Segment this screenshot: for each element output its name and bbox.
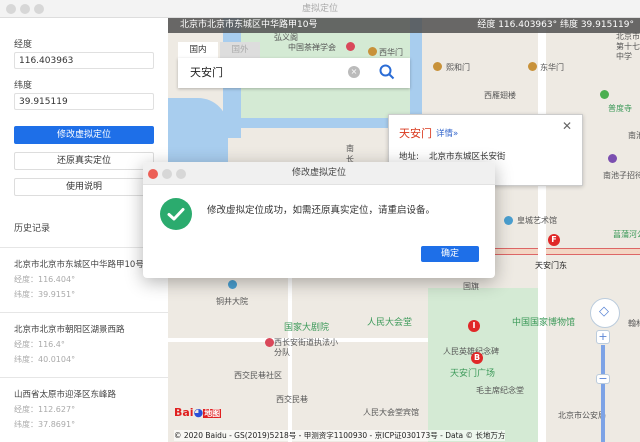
history-lat: 纬度：37.8691° [14, 420, 76, 429]
map-label: 铜井大院 [216, 297, 248, 306]
square-area [428, 288, 538, 442]
pan-control[interactable]: ◇ [590, 298, 620, 328]
history-lng: 经度：116.404° [14, 275, 76, 284]
map-label: 翰林 [628, 319, 640, 328]
map-label: 南池子招待所 [603, 171, 640, 180]
confirm-button[interactable]: 确定 [421, 246, 479, 262]
map-label: 东华门 [540, 63, 564, 72]
tab-foreign[interactable]: 国外 [220, 42, 260, 58]
search-icon[interactable] [378, 63, 396, 81]
map-label: 西交民巷 [276, 395, 308, 404]
history-address: 北京市北京市朝阳区湖景西路 [14, 325, 125, 335]
poi-marker-icon[interactable] [528, 62, 537, 71]
map-label: 人民大会堂宾馆 [363, 408, 419, 417]
zoom-dialog-button[interactable] [176, 169, 186, 179]
zoom-in-button[interactable]: + [596, 330, 610, 344]
close-dialog-button[interactable] [148, 169, 158, 179]
success-dialog: 修改虚拟定位 修改虚拟定位成功，如需还原真实定位，请重启设备。 确定 [143, 162, 495, 278]
poi-marker-icon[interactable] [346, 42, 355, 51]
divider [0, 312, 168, 313]
history-title: 历史记录 [14, 224, 51, 234]
map-label: 西交民巷社区 [234, 371, 282, 380]
poi-marker-icon[interactable] [433, 62, 442, 71]
popup-address: 北京市东城区长安街 [429, 152, 506, 162]
dialog-message: 修改虚拟定位成功，如需还原真实定位，请重启设备。 [207, 205, 436, 216]
clear-icon[interactable]: × [348, 66, 360, 78]
poi-marker-icon[interactable] [265, 338, 274, 347]
history-address: 山西省太原市迎泽区东峰路 [14, 390, 117, 400]
latitude-label: 纬度 [14, 81, 33, 91]
success-check-icon [160, 198, 192, 230]
minimize-window-button[interactable] [20, 4, 30, 14]
search-panel: 天安门 × [178, 58, 410, 88]
window-title: 虚拟定位 [301, 4, 338, 14]
zoom-slider-track [601, 384, 605, 442]
map-label: 国旗 [463, 282, 479, 291]
history-lat: 纬度：39.9151° [14, 290, 76, 299]
close-window-button[interactable] [6, 4, 16, 14]
map-label: 普度寺 [608, 104, 632, 113]
map-label: 中国国家博物馆 [512, 318, 576, 328]
poi-marker-icon[interactable] [504, 216, 513, 225]
address-bar: 北京市北京市东城区中华路甲10号 经度 116.403963° 纬度 39.91… [168, 18, 640, 33]
baidu-logo: Bai◕地图 [174, 406, 222, 419]
tab-domestic[interactable]: 国内 [178, 42, 218, 58]
map-label: 西雁翅楼 [484, 91, 516, 100]
copyright: © 2020 Baidu - GS(2019)5218号 - 甲测资字11009… [174, 430, 506, 441]
history-address: 北京市北京市东城区中华路甲10号 [14, 260, 144, 270]
search-input[interactable]: 天安门 [190, 64, 223, 80]
road [538, 18, 546, 442]
popup-title: 天安门 [399, 127, 432, 140]
help-button[interactable]: 使用说明 [14, 178, 154, 196]
minimize-dialog-button[interactable] [162, 169, 172, 179]
map-label: 西长安街道执法小分队 [274, 338, 338, 357]
map-label: 人民大会堂 [367, 318, 413, 328]
zoom-out-button[interactable]: − [596, 373, 610, 384]
marker-b-icon[interactable]: B [471, 352, 483, 364]
history-lng: 经度：112.627° [14, 405, 76, 414]
poi-marker-icon[interactable] [228, 280, 237, 289]
poi-marker-icon[interactable] [608, 154, 617, 163]
map-label: 天安门东 [535, 261, 567, 270]
map-label: 西华门 [379, 48, 403, 57]
modify-location-button[interactable]: 修改虚拟定位 [14, 126, 154, 144]
address-label: 地址: [399, 152, 419, 162]
history-lng: 经度：116.4° [14, 340, 65, 349]
moat [410, 18, 422, 128]
details-link[interactable]: 详情» [436, 127, 458, 139]
current-address: 北京市北京市东城区中华路甲10号 [180, 20, 318, 30]
map-label: 国家大剧院 [284, 323, 330, 333]
close-icon[interactable]: ✕ [562, 119, 572, 133]
map-label: 毛主席纪念堂 [476, 386, 524, 395]
longitude-input[interactable] [14, 52, 154, 69]
latitude-input[interactable] [14, 93, 154, 110]
map-label: 天安门广场 [450, 369, 496, 379]
marker-i-icon[interactable]: I [468, 320, 480, 332]
restore-location-button[interactable]: 还原真实定位 [14, 152, 154, 170]
map-label: 南池子 [628, 131, 640, 140]
zoom-slider[interactable] [601, 345, 605, 375]
map-label: 北京市第十七中学 [616, 32, 640, 61]
dialog-title: 修改虚拟定位 [291, 168, 346, 178]
map-label: 中国茶禅学会 [288, 43, 336, 52]
map-label: 皇城艺术馆 [517, 216, 557, 225]
longitude-label: 经度 [14, 40, 33, 50]
poi-marker-icon[interactable] [368, 47, 377, 56]
marker-f-icon[interactable]: F [548, 234, 560, 246]
current-coords: 经度 116.403963° 纬度 39.915119° [477, 20, 634, 30]
map-label: 熙和门 [446, 63, 470, 72]
poi-marker-icon[interactable] [600, 90, 609, 99]
zoom-window-button[interactable] [34, 4, 44, 14]
history-lat: 纬度：40.0104° [14, 355, 76, 364]
pan-arrows-icon: ◇ [599, 304, 609, 319]
window-titlebar: 虚拟定位 [0, 0, 640, 18]
divider [0, 377, 168, 378]
map-label: 菖蒲河公园 [613, 230, 640, 239]
dialog-titlebar: 修改虚拟定位 [143, 162, 495, 185]
map-label: 北京市公安局 [558, 411, 606, 420]
